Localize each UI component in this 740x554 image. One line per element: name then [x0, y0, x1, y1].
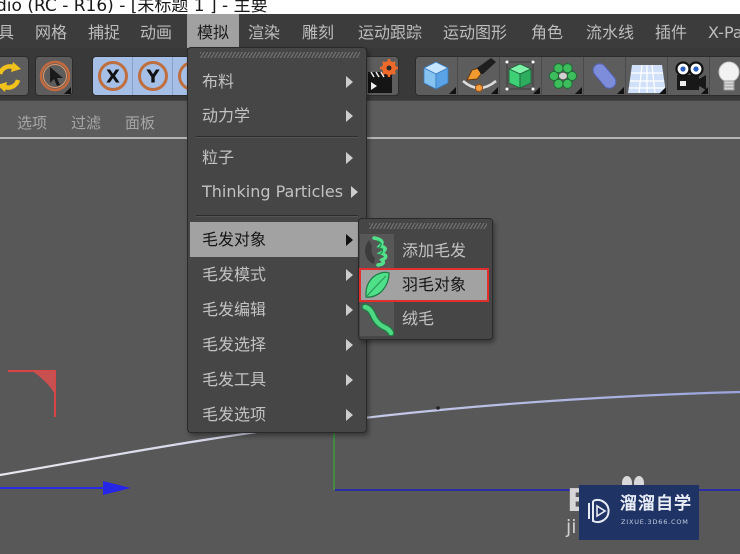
- submenu-arrow-icon: [346, 303, 353, 316]
- menu-item-label: 布料: [202, 72, 235, 91]
- spline-curve[interactable]: [0, 390, 740, 477]
- tear-off-handle[interactable]: [369, 223, 487, 229]
- submenu-arrow-icon: [346, 233, 353, 246]
- submenu-arrow-icon: [346, 110, 353, 122]
- submenu-arrow-icon: [346, 408, 353, 421]
- menu-item-hair-options[interactable]: 毛发选项: [190, 397, 364, 432]
- submenu-arrow-icon: [351, 186, 358, 198]
- tear-off-handle[interactable]: [200, 52, 360, 58]
- menu-item-label: 毛发对象: [202, 230, 267, 249]
- menu-item-hair-tools[interactable]: 毛发工具: [190, 362, 364, 397]
- submenu-item-label: 绒毛: [402, 309, 435, 328]
- submenu-arrow-icon: [346, 152, 353, 164]
- submenu-arrow-icon: [346, 338, 353, 351]
- z-axis-arrowhead: [103, 481, 131, 495]
- submenu-item-add-hair[interactable]: 添加毛发: [359, 234, 489, 268]
- menu-separator: [188, 209, 366, 222]
- menu-item-particles[interactable]: 粒子: [190, 141, 364, 175]
- menu-item-label: Thinking Particles: [202, 182, 344, 201]
- menu-item-thinking-particles[interactable]: Thinking Particles: [190, 175, 364, 209]
- menu-item-label: 毛发工具: [202, 370, 267, 389]
- fur-icon: [360, 302, 394, 336]
- menu-separator: [188, 133, 366, 141]
- menu-item-label: 毛发选择: [202, 335, 267, 354]
- simulate-dropdown-menu: 布料 动力学 粒子 Thinking Particles 毛发对象 毛发模式 毛…: [187, 47, 367, 433]
- menu-item-hair-selection[interactable]: 毛发选择: [190, 327, 364, 362]
- menu-item-hair-objects[interactable]: 毛发对象: [190, 222, 364, 257]
- watermark-url: ZIXUE.3D66.COM: [621, 518, 689, 526]
- menu-item-label: 毛发模式: [202, 265, 267, 284]
- menu-item-cloth[interactable]: 布料: [190, 65, 364, 99]
- submenu-arrow-icon: [346, 268, 353, 281]
- submenu-item-label: 羽毛对象: [402, 275, 467, 294]
- submenu-item-fur[interactable]: 绒毛: [359, 302, 489, 336]
- add-hair-icon: [360, 234, 394, 268]
- play-logo-icon: [588, 499, 610, 523]
- submenu-arrow-icon: [346, 76, 353, 88]
- menu-item-label: 动力学: [202, 106, 251, 125]
- menu-item-label: 毛发编辑: [202, 300, 267, 319]
- watermark-brand: 溜溜自学: [620, 494, 692, 514]
- menu-item-label: 毛发选项: [202, 405, 267, 424]
- menu-item-dynamics[interactable]: 动力学: [190, 99, 364, 133]
- origin-corner-marker: [8, 370, 56, 417]
- submenu-arrow-icon: [346, 373, 353, 386]
- menu-item-label: 粒子: [202, 148, 235, 167]
- menu-item-hair-mode[interactable]: 毛发模式: [190, 257, 364, 292]
- hair-objects-submenu: 添加毛发 羽毛对象 绒毛: [358, 218, 493, 340]
- menu-item-hair-edit[interactable]: 毛发编辑: [190, 292, 364, 327]
- submenu-item-feather-object[interactable]: 羽毛对象: [359, 268, 489, 302]
- submenu-item-label: 添加毛发: [402, 241, 467, 260]
- feather-icon: [360, 268, 394, 302]
- spline-point[interactable]: [436, 406, 440, 410]
- watermark-badge: 溜溜自学 ZIXUE.3D66.COM: [579, 485, 699, 540]
- watermark-background-text: ji: [566, 516, 577, 538]
